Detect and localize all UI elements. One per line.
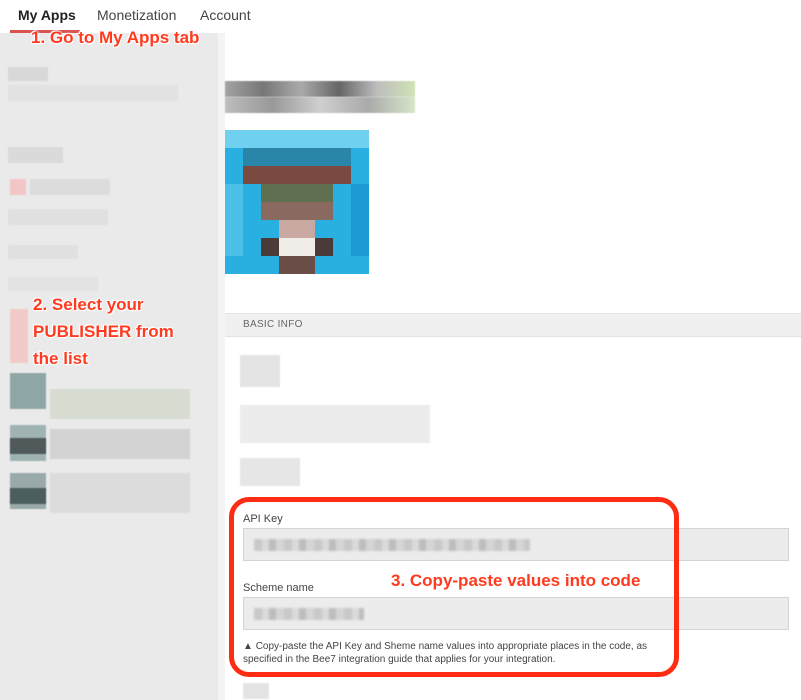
annotation-step-1: 1. Go to My Apps tab — [31, 28, 200, 47]
publisher-list-item[interactable] — [8, 209, 108, 225]
masked-field — [240, 458, 300, 486]
app-icon — [225, 130, 369, 274]
basic-info-header: BASIC INFO — [225, 313, 801, 337]
publisher-list-item[interactable] — [8, 245, 78, 259]
app-id-masked — [225, 97, 415, 113]
tab-monetization[interactable]: Monetization — [97, 7, 176, 23]
publisher-list-item[interactable] — [10, 488, 46, 504]
publisher-list-item[interactable] — [10, 373, 46, 409]
publisher-list-item[interactable] — [8, 67, 48, 81]
publisher-list-item[interactable] — [50, 473, 190, 513]
tab-account[interactable]: Account — [200, 7, 251, 23]
masked-field — [243, 683, 269, 699]
publisher-list-item[interactable] — [10, 438, 46, 454]
publisher-list-item[interactable] — [10, 309, 28, 363]
masked-field — [240, 355, 280, 387]
publisher-list-item[interactable] — [10, 179, 26, 195]
publisher-list-item[interactable] — [8, 85, 178, 101]
publisher-list-item[interactable] — [30, 179, 110, 195]
app-name-masked — [225, 81, 415, 97]
annotation-step-2: 2. Select your PUBLISHER from the list — [33, 295, 174, 368]
publisher-list-item[interactable] — [50, 389, 190, 419]
section-title: BASIC INFO — [243, 319, 303, 330]
publisher-list-item[interactable] — [8, 277, 98, 291]
publisher-list-item[interactable] — [50, 429, 190, 459]
masked-field — [240, 405, 430, 443]
annotation-step-3: 3. Copy-paste values into code — [391, 571, 641, 590]
tab-my-apps[interactable]: My Apps — [18, 7, 76, 23]
publisher-list-item[interactable] — [8, 147, 63, 163]
